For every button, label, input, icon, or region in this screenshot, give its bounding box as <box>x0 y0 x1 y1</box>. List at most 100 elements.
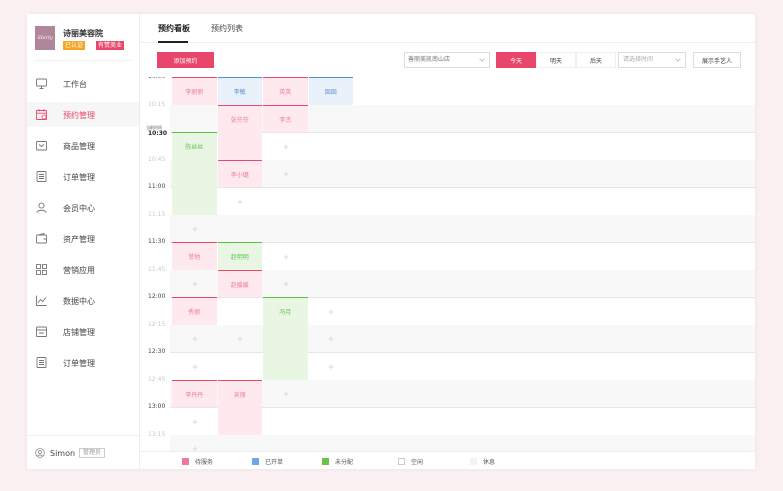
sidebar-item-6[interactable]: 营销应用 <box>27 257 139 282</box>
user-role-tag: 管理员 <box>79 448 106 458</box>
appointment-card[interactable]: 囡囡 <box>308 77 353 105</box>
sidebar-item-label: 预约管理 <box>63 111 95 120</box>
sidebar-item-3[interactable]: 订单管理 <box>27 164 139 189</box>
box-icon <box>36 141 47 151</box>
legend-swatch <box>252 457 259 465</box>
appointment-card[interactable]: 李丽丽 <box>172 77 217 105</box>
legend-label: 已开单 <box>265 458 284 466</box>
appointment-card[interactable]: 冯月 <box>263 297 308 380</box>
monitor-icon <box>36 78 47 89</box>
date-picker-placeholder: 请选择时间 <box>623 56 654 63</box>
active-tab-indicator <box>158 41 188 43</box>
legend-item: 已开单 <box>252 457 284 466</box>
time-label: 11:00 <box>148 183 166 190</box>
add-slot-plus-icon[interactable] <box>237 335 243 342</box>
legend-swatch <box>398 457 405 465</box>
appointment-card[interactable]: 吴丽 <box>217 379 262 435</box>
tab-list[interactable]: 预约列表 <box>211 23 243 34</box>
sidebar-item-2[interactable]: 商品管理 <box>27 133 139 158</box>
add-appointment-button[interactable]: 添加预约 <box>157 52 214 68</box>
sidebar-item-4[interactable]: 会员中心 <box>27 195 139 220</box>
sidebar-item-label: 订单管理 <box>63 359 95 368</box>
legend-label: 空闲 <box>411 458 424 466</box>
add-slot-plus-icon[interactable] <box>192 335 198 342</box>
add-slot-plus-icon[interactable] <box>328 308 334 315</box>
tomorrow-button[interactable]: 明天 <box>536 52 576 68</box>
appointment-card[interactable]: 李杰 <box>263 104 308 132</box>
sidebar-item-7[interactable]: 数据中心 <box>27 288 139 313</box>
add-slot-plus-icon[interactable] <box>192 225 198 232</box>
time-row <box>170 324 755 352</box>
add-slot-plus-icon[interactable] <box>237 198 243 205</box>
appointment-card[interactable]: 英英 <box>263 77 308 105</box>
appointment-card[interactable]: 秀丽 <box>172 297 217 325</box>
sidebar-item-5[interactable]: 资产管理 <box>27 226 139 251</box>
sidebar-nav: 工作台 预约管理 商品管理 订单管理 会员中心 资产管理 营销应用 数据中心 店铺管理 订单管理 <box>27 71 139 381</box>
sidebar: Shirly 诗丽美容院 已认证 有赞美业 工作台 预约管理 商品管理 订单管理 会员中… <box>27 14 140 469</box>
add-slot-plus-icon[interactable] <box>283 280 289 287</box>
sidebar-item-0[interactable]: 工作台 <box>27 71 139 96</box>
add-slot-plus-icon[interactable] <box>283 253 289 260</box>
sidebar-item-9[interactable]: 订单管理 <box>27 350 139 375</box>
user-panel[interactable]: Simon 管理员 <box>27 435 139 469</box>
appointment-customer-name: 李小璐 <box>230 171 249 179</box>
sidebar-item-label: 数据中心 <box>63 297 95 306</box>
user-icon <box>36 202 47 213</box>
appointment-card[interactable]: 李小璐 <box>217 159 262 187</box>
time-row <box>170 434 755 451</box>
time-label: 11:45 <box>148 265 166 273</box>
tab-bar: 预约看板 预约列表 <box>140 14 755 43</box>
add-slot-plus-icon[interactable] <box>192 363 198 370</box>
sidebar-item-label: 店铺管理 <box>63 328 95 337</box>
current-time-tag: 当前时间 <box>146 125 162 130</box>
sidebar-item-1[interactable]: 预约管理 <box>27 102 139 127</box>
appointment-customer-name: 菲他 <box>188 254 201 261</box>
appointment-card[interactable]: 李敏 <box>217 77 262 105</box>
add-slot-plus-icon[interactable] <box>192 280 198 287</box>
appointment-card[interactable]: 菲他 <box>172 242 217 270</box>
add-slot-plus-icon[interactable] <box>283 390 289 397</box>
time-label: 12:15 <box>148 320 166 328</box>
day-after-button[interactable]: 后天 <box>576 52 616 68</box>
legend-item: 空闲 <box>398 457 424 466</box>
appointment-card[interactable]: 赵媛媛 <box>217 269 262 297</box>
sidebar-item-label: 营销应用 <box>63 266 95 275</box>
date-picker[interactable]: 请选择时间 <box>618 52 686 68</box>
calendar-icon <box>36 109 47 120</box>
legend-label: 未分配 <box>335 458 354 466</box>
sidebar-item-label: 工作台 <box>63 80 87 89</box>
appointment-customer-name: 李敏 <box>233 89 246 96</box>
appointment-customer-name: 李杰 <box>279 116 292 124</box>
sidebar-item-label: 商品管理 <box>63 142 95 151</box>
store-select[interactable]: 善丽美凯南山店 <box>404 52 490 68</box>
add-slot-plus-icon[interactable] <box>283 170 289 177</box>
document-icon <box>36 171 47 182</box>
appointment-customer-name: 李丽丽 <box>185 89 204 96</box>
tab-board[interactable]: 预约看板 <box>158 23 190 34</box>
add-slot-plus-icon[interactable] <box>192 418 198 425</box>
show-artist-button[interactable]: 展示手艺人 <box>693 52 741 68</box>
time-label: 10:15 <box>148 100 166 108</box>
legend-label: 休息 <box>483 458 496 466</box>
sidebar-item-8[interactable]: 店铺管理 <box>27 319 139 344</box>
add-slot-plus-icon[interactable] <box>283 143 289 150</box>
appointment-card[interactable]: 张芬芬 <box>217 104 262 160</box>
appointment-card[interactable]: 陈丝丝 <box>172 132 217 215</box>
legend-label: 待服务 <box>195 458 214 466</box>
today-button[interactable]: 今天 <box>496 52 536 68</box>
brand-divider <box>35 60 131 61</box>
appointment-card[interactable]: 赵明明 <box>217 242 262 270</box>
appointment-customer-name: 张芬芬 <box>230 116 249 124</box>
appointment-customer-name: 陈丝丝 <box>185 144 204 151</box>
brand: Shirly 诗丽美容院 已认证 有赞美业 <box>35 26 135 54</box>
time-label: 10:45 <box>148 155 166 163</box>
verified-badge: 已认证 <box>63 41 86 50</box>
store-name: 诗丽美容院 <box>63 29 103 38</box>
store-icon <box>36 326 47 337</box>
add-slot-plus-icon[interactable] <box>328 335 334 342</box>
legend-swatch <box>470 457 477 465</box>
add-slot-plus-icon[interactable] <box>328 363 334 370</box>
appointment-card[interactable]: 李丹丹 <box>172 379 217 407</box>
time-label: 12:30 <box>148 348 166 355</box>
store-select-value: 善丽美凯南山店 <box>408 56 451 63</box>
